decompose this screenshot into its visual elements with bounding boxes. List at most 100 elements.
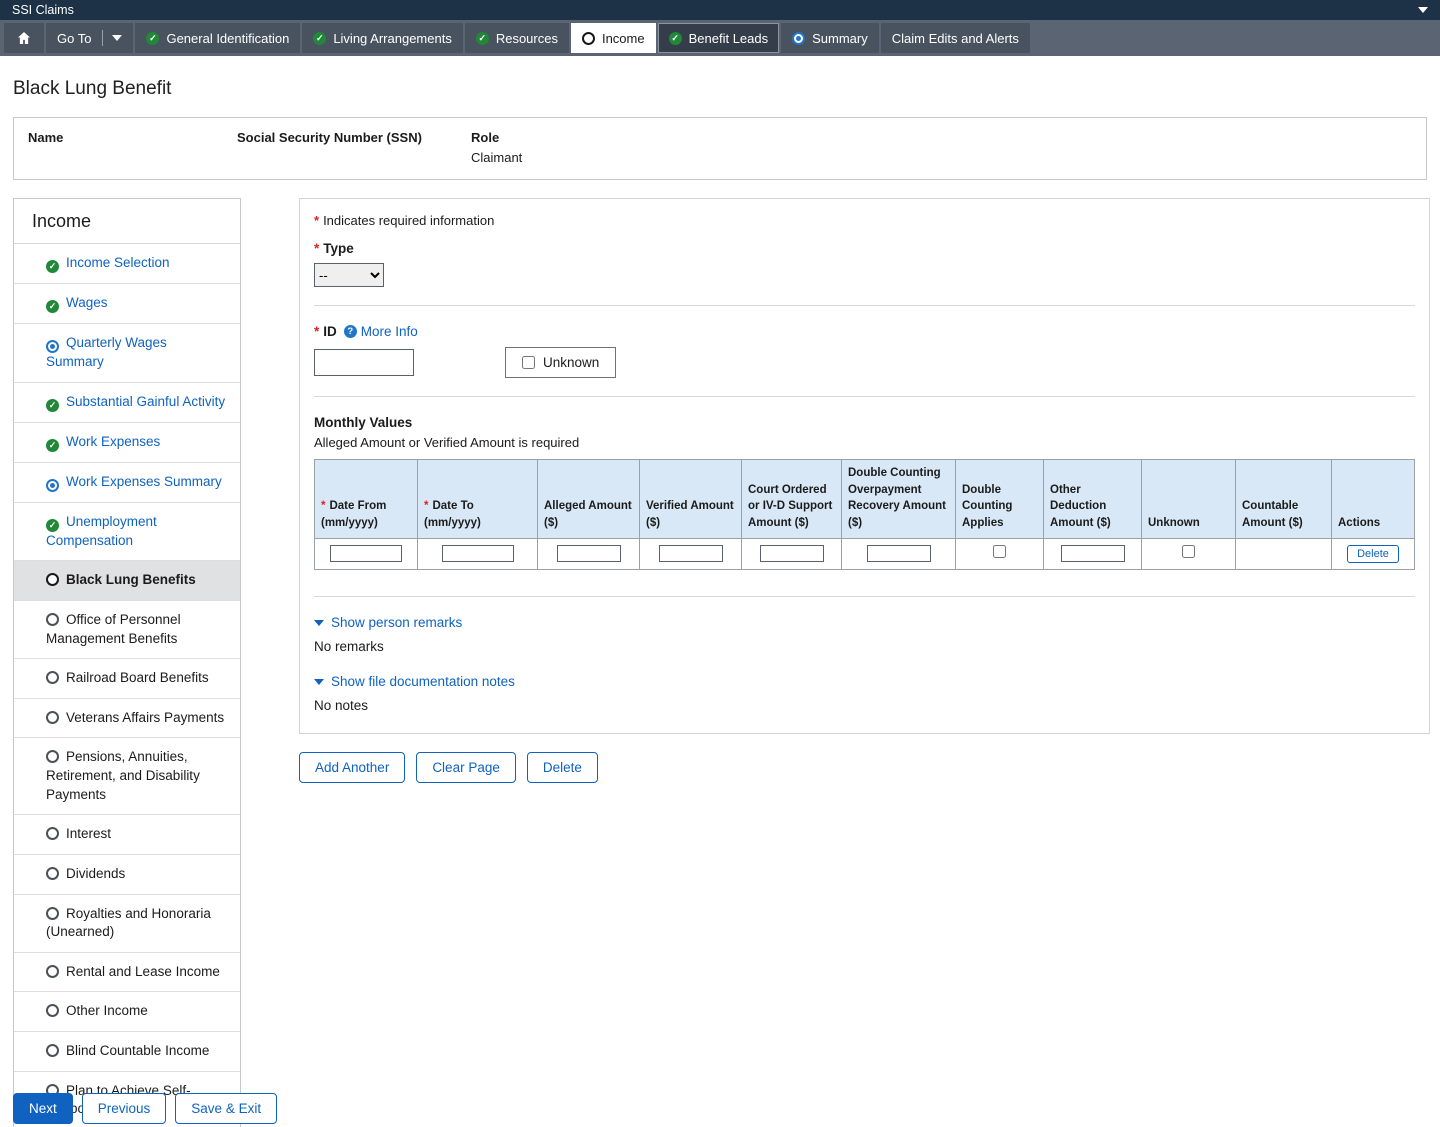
not-started-icon <box>46 1004 59 1018</box>
sidebar-title: Income <box>14 199 240 244</box>
check-icon <box>313 31 327 45</box>
file-notes-toggle[interactable]: Show file documentation notes <box>314 674 1415 689</box>
add-another-button[interactable]: Add Another <box>299 751 406 783</box>
sidebar-item-label: Railroad Board Benefits <box>66 670 209 686</box>
double-counting-checkbox[interactable] <box>993 544 1006 558</box>
page-title: Black Lung Benefit <box>13 78 172 99</box>
income-sidebar: Income Income Selection Wages Quarterly … <box>13 198 241 1127</box>
unknown-checkbox[interactable] <box>1182 544 1195 558</box>
sidebar-item-income-selection[interactable]: Income Selection <box>14 244 240 284</box>
main-column: * Indicates required information * Type --… <box>299 198 1430 783</box>
col-header-date-to: * Date To (mm/yyyy) <box>417 459 538 539</box>
sidebar-item-substantial-gainful-activity[interactable]: Substantial Gainful Activity <box>14 383 240 423</box>
tab-living-arrangements[interactable]: Living Arrangements <box>302 23 463 53</box>
sidebar-item-quarterly-wages-summary[interactable]: Quarterly Wages Summary <box>14 324 240 383</box>
sidebar-item-royalties-honoraria[interactable]: Royalties and Honoraria (Unearned) <box>14 895 240 953</box>
sidebar-item-dividends[interactable]: Dividends <box>14 855 240 895</box>
sidebar-item-black-lung-benefits[interactable]: Black Lung Benefits <box>14 561 240 601</box>
col-header-verified-amount: Verified Amount ($) <box>639 459 742 539</box>
not-started-icon <box>46 964 59 978</box>
col-header-actions: Actions <box>1331 459 1415 539</box>
alleged-amount-input[interactable] <box>556 545 621 563</box>
sidebar-item-work-expenses[interactable]: Work Expenses <box>14 423 240 463</box>
monthly-values-note: Alleged Amount or Verified Amount is req… <box>314 435 580 450</box>
chevron-down-icon <box>314 619 324 626</box>
help-icon <box>343 325 357 338</box>
sidebar-item-wages[interactable]: Wages <box>14 284 240 324</box>
type-select[interactable]: -- <box>314 263 384 287</box>
chevron-down-icon[interactable] <box>1418 7 1428 13</box>
divider <box>102 30 104 46</box>
verified-amount-input[interactable] <box>658 545 723 563</box>
person-ssn-cell: Social Security Number (SSN) <box>237 130 471 165</box>
file-notes-empty: No notes <box>314 697 369 713</box>
home-button[interactable] <box>4 23 44 53</box>
unknown-label: Unknown <box>543 355 600 370</box>
sidebar-item-veterans-affairs-payments[interactable]: Veterans Affairs Payments <box>14 699 240 739</box>
clear-page-button[interactable]: Clear Page <box>416 751 516 783</box>
tab-general-identification[interactable]: General Identification <box>135 23 301 53</box>
page: SSI Claims Go To General Identification … <box>0 0 1440 1127</box>
not-started-icon <box>46 750 59 764</box>
previous-button[interactable]: Previous <box>81 1093 167 1124</box>
goto-label: Go To <box>57 30 92 46</box>
sidebar-item-rental-lease-income[interactable]: Rental and Lease Income <box>14 953 240 993</box>
person-remarks-toggle[interactable]: Show person remarks <box>314 615 1415 630</box>
in-progress-icon <box>792 31 806 45</box>
tab-label: Claim Edits and Alerts <box>891 30 1019 46</box>
id-label-row: *ID More Info <box>314 324 1415 339</box>
sidebar-item-railroad-board-benefits[interactable]: Railroad Board Benefits <box>14 659 240 699</box>
date-to-input[interactable] <box>441 545 514 563</box>
not-started-icon <box>46 671 59 685</box>
col-header-double-counting-applies: Double Counting Applies <box>955 459 1044 539</box>
primary-nav: Go To General Identification Living Arra… <box>0 20 1440 56</box>
id-input[interactable] <box>314 349 414 376</box>
check-icon <box>46 438 59 452</box>
col-header-label: Double Counting Applies <box>962 483 1013 530</box>
check-icon <box>46 300 59 313</box>
sidebar-item-pensions-annuities[interactable]: Pensions, Annuities, Retirement, and Dis… <box>14 738 240 816</box>
person-name-cell: Name <box>28 130 237 165</box>
id-unknown-checkbox[interactable] <box>522 356 535 369</box>
id-label-text: ID <box>323 324 337 339</box>
other-deduction-input[interactable] <box>1060 545 1125 563</box>
tab-income[interactable]: Income <box>570 23 656 53</box>
next-button[interactable]: Next <box>13 1093 73 1124</box>
not-started-icon <box>46 827 59 841</box>
tab-resources[interactable]: Resources <box>464 23 569 53</box>
table-header-row: * Date From (mm/yyyy) * Date To (mm/yyyy) … <box>314 459 1415 539</box>
sidebar-item-unemployment-compensation[interactable]: Unemployment Compensation <box>14 503 240 562</box>
sidebar-item-label: Rental and Lease Income <box>66 963 220 979</box>
id-unknown-box: Unknown <box>505 347 617 378</box>
delete-button[interactable]: Delete <box>526 751 598 783</box>
col-header-label: Countable Amount ($) <box>1242 500 1303 530</box>
col-header-label: Alleged Amount ($) <box>544 500 632 530</box>
tab-label: Resources <box>495 30 558 46</box>
sidebar-item-blind-countable-income[interactable]: Blind Countable Income <box>14 1032 240 1072</box>
not-started-icon <box>46 866 59 880</box>
court-ordered-amount-input[interactable] <box>759 545 824 563</box>
tab-claim-edits-alerts[interactable]: Claim Edits and Alerts <box>880 23 1030 53</box>
goto-menu-button[interactable]: Go To <box>46 23 134 53</box>
not-started-icon <box>46 612 59 626</box>
date-from-input[interactable] <box>330 545 402 563</box>
sidebar-item-other-income[interactable]: Other Income <box>14 992 240 1032</box>
check-icon <box>46 398 59 412</box>
sidebar-item-label: Interest <box>66 826 112 842</box>
tab-summary[interactable]: Summary <box>781 23 879 53</box>
save-exit-button[interactable]: Save & Exit <box>175 1093 278 1124</box>
form-actions: Add Another Clear Page Delete <box>299 751 1430 783</box>
sidebar-item-interest[interactable]: Interest <box>14 815 240 855</box>
sidebar-item-label: Wages <box>66 295 108 310</box>
required-asterisk: * <box>321 500 326 513</box>
overpayment-recovery-amount-input[interactable] <box>866 545 931 563</box>
row-delete-button[interactable]: Delete <box>1347 545 1399 564</box>
col-header-label: Unknown <box>1148 517 1200 530</box>
tab-benefit-leads[interactable]: Benefit Leads <box>657 23 780 53</box>
sidebar-item-work-expenses-summary[interactable]: Work Expenses Summary <box>14 463 240 503</box>
divider <box>314 305 1415 306</box>
col-header-unknown: Unknown <box>1141 459 1236 539</box>
sidebar-item-opm-benefits[interactable]: Office of Personnel Management Benefits <box>14 601 240 660</box>
more-info-link[interactable]: More Info <box>361 324 418 339</box>
person-header: Name Social Security Number (SSN) Role C… <box>13 117 1427 180</box>
